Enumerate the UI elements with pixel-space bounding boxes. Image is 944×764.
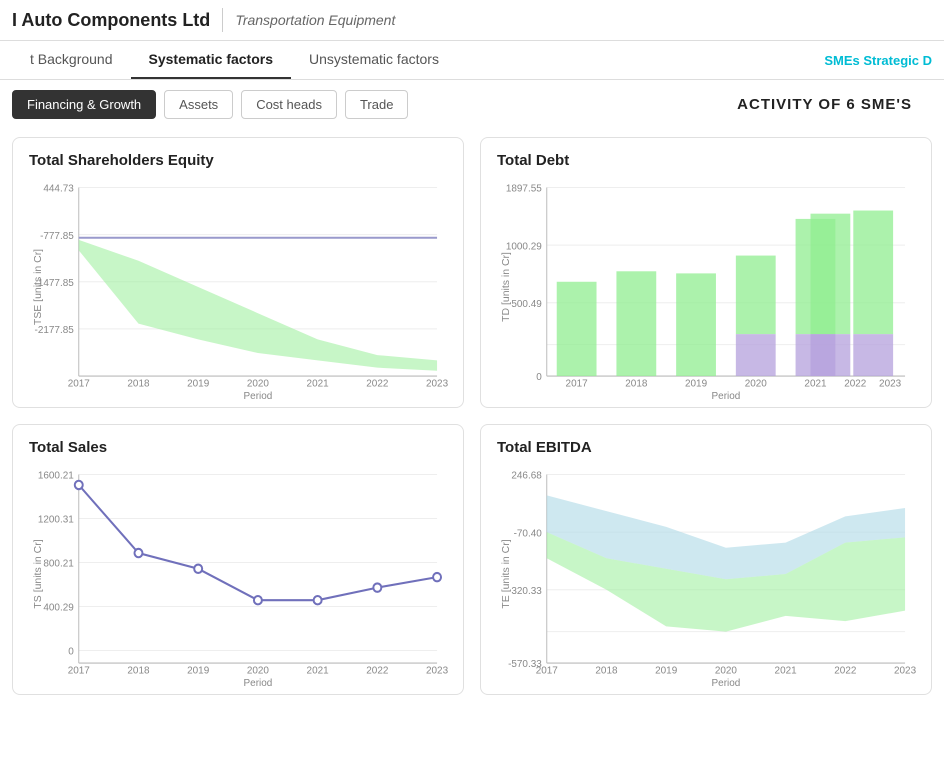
svg-text:2021: 2021 bbox=[775, 665, 797, 676]
chart-td: 1897.55 1000.29 500.49 0 2017 2018 2019 … bbox=[497, 177, 915, 397]
svg-text:2017: 2017 bbox=[68, 665, 90, 676]
svg-text:Period: Period bbox=[244, 391, 273, 402]
company-sector: Transportation Equipment bbox=[235, 12, 395, 28]
toolbar: Financing & Growth Assets Cost heads Tra… bbox=[0, 80, 944, 129]
svg-text:1200.31: 1200.31 bbox=[38, 514, 74, 525]
svg-text:2021: 2021 bbox=[804, 378, 826, 389]
svg-text:2020: 2020 bbox=[247, 665, 269, 676]
svg-text:2018: 2018 bbox=[625, 378, 647, 389]
svg-text:1000.29: 1000.29 bbox=[506, 241, 542, 252]
svg-text:-2177.85: -2177.85 bbox=[35, 325, 75, 336]
svg-text:2018: 2018 bbox=[595, 665, 617, 676]
svg-text:2023: 2023 bbox=[426, 665, 448, 676]
svg-text:2021: 2021 bbox=[307, 665, 329, 676]
chart-card-td: Total Debt bbox=[480, 137, 932, 408]
svg-text:2022: 2022 bbox=[366, 378, 388, 389]
tab-smes[interactable]: SMEs Strategic D bbox=[824, 53, 932, 68]
svg-text:2020: 2020 bbox=[745, 378, 767, 389]
svg-text:-70.40: -70.40 bbox=[514, 528, 542, 539]
svg-text:2023: 2023 bbox=[894, 665, 916, 676]
svg-text:2020: 2020 bbox=[715, 665, 737, 676]
tab-bar: t Background Systematic factors Unsystem… bbox=[0, 41, 944, 80]
svg-text:-320.33: -320.33 bbox=[508, 586, 542, 597]
svg-text:2019: 2019 bbox=[685, 378, 707, 389]
chart-card-tse: Total Shareholders Equity 444.73 -777.85 bbox=[12, 137, 464, 408]
chart-card-ts: Total Sales bbox=[12, 424, 464, 695]
svg-text:2019: 2019 bbox=[187, 378, 209, 389]
svg-text:400.29: 400.29 bbox=[43, 602, 74, 613]
svg-text:TS [units in Cr]: TS [units in Cr] bbox=[33, 539, 44, 608]
chart-card-te: Total EBITDA 246.68 -70.40 -320.33 -570.… bbox=[480, 424, 932, 695]
svg-text:1897.55: 1897.55 bbox=[506, 183, 542, 194]
chart-title-te: Total EBITDA bbox=[497, 439, 915, 456]
svg-text:2022: 2022 bbox=[834, 665, 856, 676]
chart-title-ts: Total Sales bbox=[29, 439, 447, 456]
svg-text:2020: 2020 bbox=[247, 378, 269, 389]
svg-text:-777.85: -777.85 bbox=[40, 231, 74, 242]
btn-assets[interactable]: Assets bbox=[164, 90, 233, 119]
svg-text:2017: 2017 bbox=[566, 378, 588, 389]
svg-text:Period: Period bbox=[712, 678, 741, 689]
chart-title-td: Total Debt bbox=[497, 152, 915, 169]
company-title: I Auto Components Ltd bbox=[12, 10, 210, 31]
svg-text:246.68: 246.68 bbox=[511, 470, 542, 481]
chart-title-tse: Total Shareholders Equity bbox=[29, 152, 447, 169]
svg-text:Period: Period bbox=[244, 678, 273, 689]
svg-text:2017: 2017 bbox=[536, 665, 558, 676]
svg-text:2019: 2019 bbox=[655, 665, 677, 676]
svg-text:Period: Period bbox=[712, 391, 741, 402]
svg-text:2018: 2018 bbox=[127, 665, 149, 676]
svg-text:2021: 2021 bbox=[307, 378, 329, 389]
svg-text:TE [units in Cr]: TE [units in Cr] bbox=[501, 539, 512, 608]
svg-text:2019: 2019 bbox=[187, 665, 209, 676]
btn-cost-heads[interactable]: Cost heads bbox=[241, 90, 337, 119]
btn-financing-growth[interactable]: Financing & Growth bbox=[12, 90, 156, 119]
svg-text:2023: 2023 bbox=[426, 378, 448, 389]
svg-text:1600.21: 1600.21 bbox=[38, 470, 74, 481]
svg-text:TD [units in Cr]: TD [units in Cr] bbox=[501, 252, 512, 322]
svg-text:2017: 2017 bbox=[68, 378, 90, 389]
chart-tse: 444.73 -777.85 1477.85 -2177.85 2017 201… bbox=[29, 177, 447, 397]
chart-ts: 1600.21 1200.31 800.21 400.29 0 2017 201… bbox=[29, 464, 447, 684]
svg-text:2023: 2023 bbox=[879, 378, 901, 389]
tab-systematic[interactable]: Systematic factors bbox=[131, 41, 292, 79]
app-header: I Auto Components Ltd Transportation Equ… bbox=[0, 0, 944, 41]
activity-title: ACTIVITY OF 6 SME'S bbox=[737, 96, 932, 113]
tab-background[interactable]: t Background bbox=[12, 41, 131, 79]
charts-grid: Total Shareholders Equity 444.73 -777.85 bbox=[0, 129, 944, 711]
svg-text:444.73: 444.73 bbox=[43, 183, 74, 194]
svg-text:0: 0 bbox=[536, 372, 542, 383]
svg-text:500.49: 500.49 bbox=[511, 299, 542, 310]
svg-text:0: 0 bbox=[68, 646, 74, 657]
chart-te: 246.68 -70.40 -320.33 -570.33 2017 2018 … bbox=[497, 464, 915, 684]
header-separator bbox=[222, 8, 223, 32]
svg-text:2022: 2022 bbox=[844, 378, 866, 389]
svg-text:TSE [units in Cr]: TSE [units in Cr] bbox=[33, 249, 44, 325]
btn-trade[interactable]: Trade bbox=[345, 90, 408, 119]
tab-unsystematic[interactable]: Unsystematic factors bbox=[291, 41, 457, 79]
svg-text:2018: 2018 bbox=[127, 378, 149, 389]
svg-text:2022: 2022 bbox=[366, 665, 388, 676]
svg-text:800.21: 800.21 bbox=[43, 558, 74, 569]
